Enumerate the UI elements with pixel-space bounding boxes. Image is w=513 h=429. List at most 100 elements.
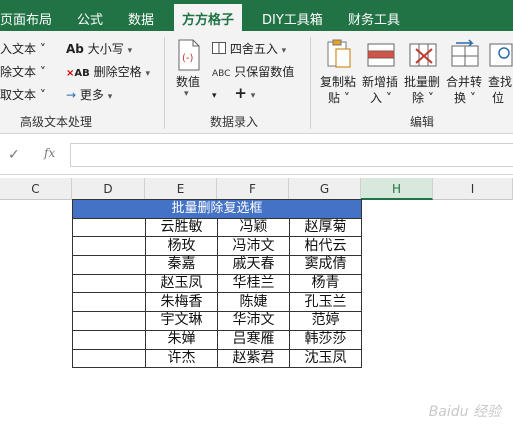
merge-convert-button[interactable]: 合并转 换 ˅ <box>444 37 484 109</box>
table-title-cell[interactable]: 批量删除复选框 <box>71 199 363 219</box>
column-header-f[interactable]: F <box>217 178 289 200</box>
batch-delete-label-2: 除 ˅ <box>412 91 434 105</box>
table-cell[interactable]: 宇文琳 <box>145 311 218 331</box>
chevron-down-icon: ▾ <box>127 46 133 56</box>
table-row: 宇文琳 华沛文 范婷 <box>72 311 363 331</box>
column-header-c[interactable]: C <box>0 178 72 200</box>
table-cell[interactable]: 冯颖 <box>217 217 290 238</box>
table-cell[interactable]: 吕寒雁 <box>217 329 290 350</box>
table-cell[interactable] <box>72 329 146 350</box>
chevron-down-icon: ▾ <box>107 92 113 102</box>
more-label: 更多 <box>79 88 104 102</box>
formula-input[interactable] <box>70 143 513 167</box>
remove-space-button[interactable]: ×AB 删除空格 ▾ <box>66 63 150 80</box>
table-row: 赵玉凤 华桂兰 杨青 <box>72 273 363 294</box>
table-cell[interactable]: 赵玉凤 <box>145 273 218 294</box>
more-button[interactable]: → 更多 ▾ <box>66 86 112 103</box>
tab-formulas[interactable]: 公式 <box>77 9 103 28</box>
table-cell[interactable]: 朱婵 <box>145 329 218 350</box>
remove-space-label: 删除空格 <box>93 65 142 79</box>
arrow-right-icon: → <box>66 88 77 102</box>
table-title-row: 批量删除复选框 <box>71 199 363 219</box>
batch-delete-button[interactable]: 批量删 除 ˅ <box>402 37 442 109</box>
table-cell[interactable]: 杨玫 <box>145 236 218 257</box>
table-cell[interactable]: 范婷 <box>288 311 363 331</box>
delete-text-menu[interactable]: 除文本 ˅ <box>0 63 46 80</box>
chevron-down-icon: ▾ <box>250 91 256 101</box>
table-cell[interactable] <box>72 255 146 275</box>
table-cell[interactable]: 冯沛文 <box>217 236 290 257</box>
table-cell[interactable]: 柏代云 <box>288 236 363 257</box>
column-header-d[interactable]: D <box>72 178 145 200</box>
table-cell[interactable]: 杨青 <box>288 273 363 294</box>
numeric-button[interactable]: (-) 数值 ▾ <box>172 37 206 107</box>
chevron-down-icon: ▾ <box>145 69 150 79</box>
tab-finance-tools[interactable]: 财务工具 <box>348 9 400 28</box>
remove-space-icon: ×AB <box>66 68 90 79</box>
table-row: 云胜敏 冯颖 赵厚菊 <box>72 217 363 238</box>
table-cell[interactable]: 陈婕 <box>217 292 290 313</box>
table-cell[interactable]: 孔玉兰 <box>288 292 363 313</box>
tab-page-layout[interactable]: 页面布局 <box>0 9 52 28</box>
column-header-i[interactable]: I <box>433 178 513 200</box>
case-button[interactable]: Ab 大小写 ▾ <box>66 40 132 57</box>
insert-label-2: 入 ˅ <box>370 91 392 105</box>
table-cell[interactable]: 许杰 <box>145 348 218 369</box>
insert-text-menu[interactable]: 入文本 ˅ <box>0 40 46 57</box>
table-cell[interactable]: 赵紫君 <box>217 348 290 369</box>
table-row: 许杰 赵紫君 沈玉凤 <box>72 348 363 369</box>
table-cell[interactable]: 朱梅香 <box>145 292 218 313</box>
fx-icon[interactable]: fx <box>44 146 55 160</box>
ribbon-tab-bar: 页面布局 公式 数据 方方格子 DIY工具箱 财务工具 <box>0 0 513 31</box>
round-button[interactable]: 四舍五入 ▾ <box>212 40 286 57</box>
svg-text:(-): (-) <box>182 53 194 64</box>
table-row: 秦嘉 戚天春 窦成倩 <box>72 255 363 275</box>
abc-icon: ABC <box>212 69 231 79</box>
round-label: 四舍五入 <box>229 42 278 56</box>
table-cell[interactable] <box>72 236 146 257</box>
batch-delete-label-1: 批量删 <box>404 75 441 89</box>
formula-bar: ✓ fx <box>0 135 513 175</box>
table-cell[interactable]: 窦成倩 <box>288 255 363 275</box>
more-entry-button[interactable]: ▾ + ▾ <box>212 84 255 102</box>
column-header-h[interactable]: H <box>361 178 433 200</box>
table-cell[interactable] <box>72 311 146 331</box>
round-icon <box>212 42 226 54</box>
table-cell[interactable] <box>72 348 146 369</box>
table-cell[interactable]: 赵厚菊 <box>288 217 363 238</box>
table-cell[interactable] <box>72 273 146 294</box>
find-locate-button[interactable]: 查找 位 <box>486 37 513 109</box>
case-label: 大小写 <box>87 42 124 56</box>
copy-paste-button[interactable]: 复制粘 贴 ˅ <box>318 37 358 109</box>
group-label-text: 高级文本处理 <box>20 115 93 129</box>
group-label-edit: 编辑 <box>410 115 435 129</box>
table-cell[interactable]: 华桂兰 <box>217 273 290 294</box>
table-cell[interactable] <box>72 292 146 313</box>
find-icon <box>489 43 513 67</box>
table-cell[interactable]: 云胜敏 <box>145 217 218 238</box>
column-header-g[interactable]: G <box>289 178 361 200</box>
group-label-data-entry: 数据录入 <box>210 115 259 129</box>
check-icon[interactable]: ✓ <box>8 147 20 163</box>
table-cell[interactable]: 韩莎莎 <box>288 329 363 350</box>
tab-diy-toolbox[interactable]: DIY工具箱 <box>262 9 323 28</box>
table-cell[interactable]: 秦嘉 <box>145 255 218 275</box>
table-row: 朱婵 吕寒雁 韩莎莎 <box>72 329 363 350</box>
table-cell[interactable]: 沈玉凤 <box>288 348 363 369</box>
clipboard-icon <box>327 39 351 68</box>
insert-rows-icon <box>367 43 395 67</box>
insert-button[interactable]: 新增插 入 ˅ <box>360 37 400 109</box>
table-cell[interactable]: 戚天春 <box>217 255 290 275</box>
keep-number-button[interactable]: ABC 只保留数值 <box>212 63 294 80</box>
extract-text-menu[interactable]: 取文本 ˅ <box>0 86 46 103</box>
watermark-logo: Baidu 经验 <box>428 404 501 420</box>
table-cell[interactable]: 华沛文 <box>217 311 290 331</box>
table-cell[interactable] <box>72 217 146 238</box>
copy-paste-label-1: 复制粘 <box>320 75 357 89</box>
tab-fangfanggezi[interactable]: 方方格子 <box>174 4 243 31</box>
numeric-label: 数值 <box>176 75 201 89</box>
tab-data[interactable]: 数据 <box>128 9 154 28</box>
keep-number-label: 只保留数值 <box>234 65 295 79</box>
chevron-down-icon: ▾ <box>281 46 287 56</box>
column-header-e[interactable]: E <box>145 178 217 200</box>
